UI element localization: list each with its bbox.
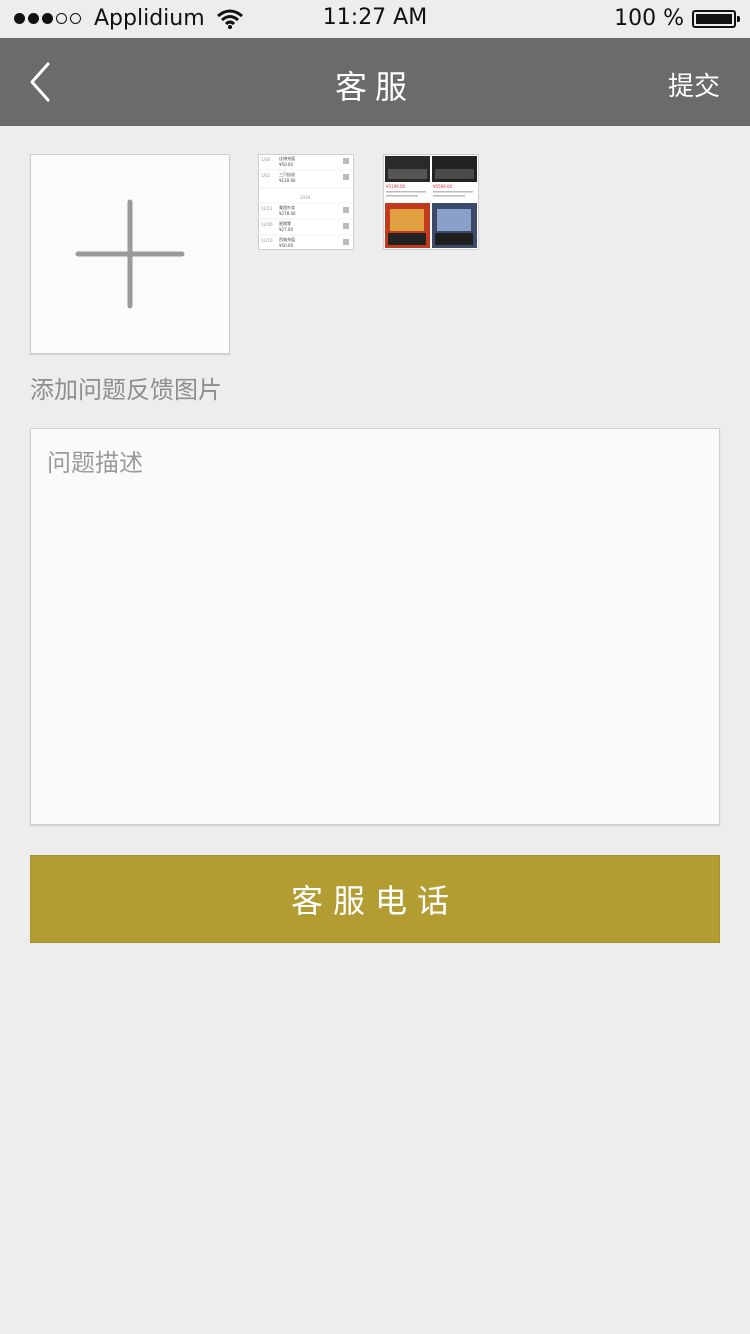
thumb-row-date: 12/06 [261, 222, 273, 227]
problem-description-input[interactable] [30, 428, 720, 825]
thumb-price: ¥5199.00 [386, 184, 406, 189]
thumb-price: ¥5599.00 [433, 184, 453, 189]
plus-icon [75, 199, 185, 309]
thumb-row-date: 1/02 [261, 173, 270, 178]
thumb-row-title: 佳博充值 [279, 155, 295, 161]
thumb-row-amount: ¥27.00 [279, 227, 293, 232]
thumb-row-date: 12/10 [261, 238, 273, 243]
laptop-products-screenshot: ¥5199.00 ¥5599.00 [384, 155, 478, 249]
thumb-row-title: 三只松鼠 [279, 171, 295, 177]
thumb-row-title: 西城充值 [279, 236, 295, 242]
submit-button[interactable]: 提交 [668, 66, 720, 103]
customer-service-phone-button[interactable]: 客服电话 [30, 855, 720, 943]
thumb-row-date: 12/11 [261, 206, 273, 211]
status-right: 100 % [614, 6, 740, 31]
add-image-label: 添加问题反馈图片 [30, 376, 222, 404]
thumb-row-title: 星期零 [279, 220, 291, 226]
page-title: 客服 [334, 68, 415, 106]
thumb-row-amount: ¥120.66 [279, 178, 296, 183]
feedback-image-thumbnail[interactable]: 1/08 佳博充值 ¥50.00 1/02 三只松鼠 ¥120.66 2016 … [258, 154, 354, 250]
status-bar: Applidium 11:27 AM 100 % [0, 0, 750, 38]
thumb-row-amount: ¥50.00 [279, 162, 293, 167]
battery-percentage: 100 % [614, 6, 684, 31]
thumb-row-amount: ¥278.00 [279, 211, 296, 216]
navigation-bar: 客服 提交 [0, 38, 750, 126]
add-image-button[interactable] [30, 154, 230, 354]
feedback-image-thumbnail[interactable]: ¥5199.00 ¥5599.00 [383, 154, 479, 250]
battery-icon [692, 9, 740, 28]
thumb-row-title: 美团外卖 [279, 204, 295, 210]
thumb-row-date: 1/08 [261, 157, 270, 162]
billing-list-screenshot: 1/08 佳博充值 ¥50.00 1/02 三只松鼠 ¥120.66 2016 … [259, 155, 353, 249]
thumb-row-amount: ¥50.00 [279, 243, 293, 248]
thumb-year-divider: 2016 [300, 195, 311, 200]
